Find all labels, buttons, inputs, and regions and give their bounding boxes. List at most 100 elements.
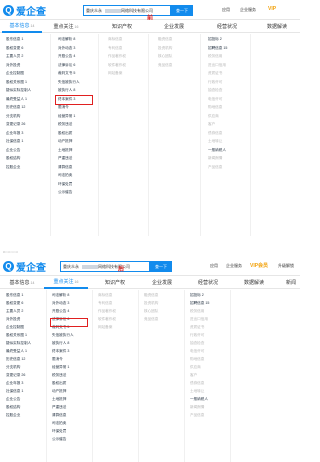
- list-item[interactable]: 主要人员 2: [6, 52, 31, 61]
- list-item[interactable]: 疑似实际控制人: [6, 86, 31, 95]
- list-item[interactable]: 软件著作权: [108, 61, 126, 70]
- list-item[interactable]: 公示催告: [52, 435, 74, 443]
- list-item[interactable]: 抽查检查: [208, 86, 227, 95]
- list-item[interactable]: 企业公告: [6, 395, 31, 403]
- list-item[interactable]: 竞品信息: [144, 315, 158, 323]
- list-item[interactable]: 主要人员 2: [6, 307, 31, 315]
- list-item[interactable]: 进出口信用: [190, 315, 209, 323]
- list-item[interactable]: 控股企业: [6, 411, 31, 419]
- list-item[interactable]: 税务信用: [208, 52, 227, 61]
- list-item[interactable]: 融资信息: [144, 291, 158, 299]
- list-item[interactable]: 失信被执行人: [58, 78, 80, 87]
- list-item[interactable]: 企业公告: [6, 146, 31, 155]
- list-item[interactable]: 土地抵押: [52, 395, 74, 403]
- list-item[interactable]: 司法解析 8: [58, 35, 80, 44]
- list-item[interactable]: 变更记录 26: [6, 371, 31, 379]
- list-item[interactable]: 核心团队: [144, 307, 158, 315]
- logo[interactable]: Q 爱企查: [3, 260, 46, 274]
- list-item[interactable]: 对外动态 3: [58, 44, 80, 53]
- list-item[interactable]: 行政许可: [208, 78, 227, 87]
- list-item[interactable]: 最终受益人 1: [6, 95, 31, 104]
- list-item[interactable]: 控股企业: [6, 163, 31, 172]
- tab-operations[interactable]: 经营状况: [205, 20, 249, 33]
- tab-data-insight[interactable]: 数据解读: [232, 276, 276, 289]
- list-item[interactable]: 经营异常 1: [52, 363, 74, 371]
- list-item[interactable]: 动产抵押: [52, 387, 74, 395]
- list-item[interactable]: 被执行人 8: [58, 86, 80, 95]
- list-item[interactable]: 融资信息: [158, 35, 172, 44]
- list-item[interactable]: 股权变更 6: [6, 44, 31, 53]
- tab-basic-info[interactable]: 基本信息 14: [2, 20, 42, 33]
- list-item[interactable]: 投资机构: [158, 44, 172, 53]
- logo[interactable]: Q 爱企查: [3, 4, 46, 18]
- list-item[interactable]: 新闻舆情: [190, 403, 209, 411]
- list-item[interactable]: 产品信息: [208, 163, 227, 172]
- list-item[interactable]: 变更记录 26: [6, 120, 31, 129]
- list-item[interactable]: 失信被执行人: [52, 331, 74, 339]
- list-item[interactable]: 网站备案: [98, 323, 116, 331]
- list-item[interactable]: 企业控制图: [6, 69, 31, 78]
- list-item[interactable]: 股权关系图 1: [6, 331, 31, 339]
- list-item[interactable]: 清算信息: [52, 411, 74, 419]
- list-item[interactable]: 开庭公告 4: [58, 52, 80, 61]
- list-item[interactable]: 新闻舆情: [208, 154, 227, 163]
- list-item[interactable]: 对外投资: [6, 315, 31, 323]
- list-item[interactable]: 招聘信息 15: [190, 299, 209, 307]
- list-item[interactable]: 司法拍卖: [58, 171, 80, 180]
- tab-ip[interactable]: 知识产权: [93, 276, 137, 289]
- list-item[interactable]: 法律诉讼 6: [58, 61, 80, 70]
- list-item[interactable]: 资质证书: [190, 323, 209, 331]
- list-item[interactable]: 专利信息: [98, 299, 116, 307]
- list-item[interactable]: 股权出质: [52, 379, 74, 387]
- list-item[interactable]: 投资机构: [144, 299, 158, 307]
- list-item[interactable]: 环保处罚: [58, 180, 80, 189]
- list-item[interactable]: 开庭公告 4: [52, 307, 74, 315]
- search-input[interactable]: 重庆众永 网络科技有限公司: [83, 5, 171, 16]
- tab-key-focus[interactable]: 重点关注 16: [44, 276, 88, 289]
- list-item[interactable]: 产品信息: [190, 411, 209, 419]
- list-item[interactable]: 网站备案: [108, 69, 126, 78]
- list-item[interactable]: 商标信息: [108, 35, 126, 44]
- list-item[interactable]: 招聘信息 15: [208, 44, 227, 53]
- tab-operations[interactable]: 经营状况: [186, 276, 230, 289]
- list-item[interactable]: 社保信息 1: [6, 137, 31, 146]
- list-item[interactable]: 历史信息 12: [6, 103, 31, 112]
- list-item[interactable]: 土地转让: [208, 137, 227, 146]
- tab-key-focus[interactable]: 重点关注 16: [44, 20, 88, 33]
- list-item[interactable]: 电信许可: [190, 347, 209, 355]
- list-item[interactable]: 购地信息: [190, 355, 209, 363]
- tab-basic-info[interactable]: 基本信息 14: [2, 276, 42, 289]
- list-item[interactable]: 软件著作权: [98, 315, 116, 323]
- list-item[interactable]: 客户: [190, 371, 209, 379]
- list-item[interactable]: 税务违法: [58, 120, 80, 129]
- list-item[interactable]: 环保处罚: [52, 427, 74, 435]
- vip-badge[interactable]: VIP: [268, 6, 276, 12]
- tab-development[interactable]: 企业发展: [152, 20, 196, 33]
- list-item[interactable]: 严重违法: [58, 154, 80, 163]
- list-item[interactable]: 社保信息 1: [6, 387, 31, 395]
- list-item[interactable]: 司法解析 8: [52, 291, 74, 299]
- list-item[interactable]: 进出口信用: [208, 61, 227, 70]
- list-item[interactable]: 股权关系图 1: [6, 78, 31, 87]
- list-item[interactable]: 供应商: [190, 363, 209, 371]
- header-link-services[interactable]: 企业服务: [226, 263, 242, 269]
- upgrade-link[interactable]: 升级解锁: [278, 263, 294, 269]
- list-item[interactable]: 行政许可: [190, 331, 209, 339]
- list-item[interactable]: 股权结构: [6, 154, 31, 163]
- list-item[interactable]: 股权变更 6: [6, 299, 31, 307]
- list-item[interactable]: 股东信息 1: [6, 291, 31, 299]
- list-item[interactable]: 企业年报 3: [6, 129, 31, 138]
- list-item[interactable]: 分支机构: [6, 112, 31, 121]
- list-item[interactable]: 购地信息: [208, 103, 227, 112]
- list-item[interactable]: 终本案件 3: [52, 347, 74, 355]
- list-item[interactable]: 司法拍卖: [52, 419, 74, 427]
- list-item[interactable]: 税务违法: [52, 371, 74, 379]
- tab-development[interactable]: 企业发展: [140, 276, 184, 289]
- list-item[interactable]: 债券信息: [208, 129, 227, 138]
- header-link-services[interactable]: 企业服务: [240, 7, 256, 13]
- header-link-apps[interactable]: 应用: [222, 7, 230, 13]
- list-item[interactable]: 股权出质: [58, 129, 80, 138]
- list-item[interactable]: 客户: [208, 120, 227, 129]
- list-item[interactable]: 商标信息: [98, 291, 116, 299]
- vip-badge[interactable]: VIP会员: [250, 262, 268, 269]
